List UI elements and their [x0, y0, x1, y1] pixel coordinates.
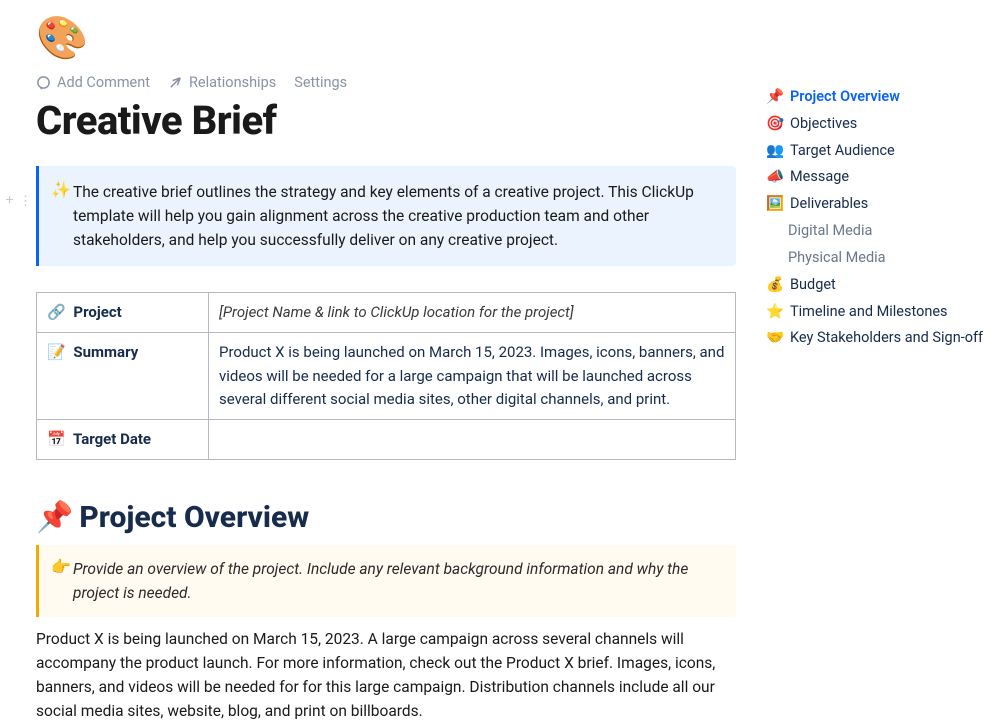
project-value-cell[interactable]: [Project Name & link to ClickUp location… — [209, 293, 736, 333]
project-value: [Project Name & link to ClickUp location… — [219, 303, 574, 321]
megaphone-icon: 📣 — [766, 164, 784, 191]
settings-label: Settings — [294, 74, 347, 91]
outline-item-label: Project Overview — [790, 84, 900, 111]
relationships-button[interactable]: Relationships — [168, 74, 276, 91]
sparkles-icon: ✨ — [49, 180, 73, 252]
page-title[interactable]: Creative Brief — [36, 97, 736, 144]
page-icon[interactable]: 🎨 — [36, 18, 736, 60]
outline-item-budget[interactable]: 💰 Budget — [766, 272, 990, 299]
people-icon: 👥 — [766, 138, 784, 165]
overview-hint-text: Provide an overview of the project. Incl… — [73, 557, 720, 605]
summary-label: Summary — [73, 343, 138, 361]
summary-value: Product X is being launched on March 15,… — [219, 343, 724, 408]
target-date-value-cell[interactable] — [209, 420, 736, 460]
outline-item-label: Key Stakeholders and Sign-off — [790, 325, 983, 352]
info-table[interactable]: 🔗 Project [Project Name & link to ClickU… — [36, 292, 736, 460]
link-icon: 🔗 — [47, 303, 66, 321]
outline-item-stakeholders[interactable]: 🤝 Key Stakeholders and Sign-off — [766, 325, 990, 352]
star-icon: ⭐ — [766, 299, 784, 326]
document-outline: 📌 Project Overview 🎯 Objectives 👥 Target… — [766, 84, 990, 352]
project-label-cell[interactable]: 🔗 Project — [37, 293, 209, 333]
pushpin-icon: 📌 — [36, 500, 73, 535]
memo-icon: 📝 — [47, 343, 66, 361]
outline-item-deliverables[interactable]: 🖼️ Deliverables — [766, 191, 990, 218]
intro-callout[interactable]: ✨ The creative brief outlines the strate… — [36, 166, 736, 266]
handshake-icon: 🤝 — [766, 325, 784, 352]
table-row[interactable]: 📝 Summary Product X is being launched on… — [37, 333, 736, 420]
outline-item-target-audience[interactable]: 👥 Target Audience — [766, 138, 990, 165]
outline-item-label: Deliverables — [790, 191, 868, 218]
outline-item-label: Target Audience — [790, 138, 895, 165]
relationships-label: Relationships — [189, 74, 276, 91]
overview-body[interactable]: Product X is being launched on March 15,… — [36, 627, 736, 723]
add-comment-label: Add Comment — [57, 74, 150, 91]
add-block-icon[interactable] — [4, 194, 15, 209]
overview-hint[interactable]: 👉 Provide an overview of the project. In… — [36, 545, 736, 617]
table-row[interactable]: 📅 Target Date — [37, 420, 736, 460]
target-date-label: Target Date — [73, 430, 151, 448]
add-comment-button[interactable]: Add Comment — [36, 74, 150, 91]
page-toolbar: Add Comment Relationships Settings — [36, 74, 736, 91]
summary-value-cell[interactable]: Product X is being launched on March 15,… — [209, 333, 736, 420]
outline-item-label: Digital Media — [788, 218, 872, 245]
outline-item-physical-media[interactable]: Physical Media — [766, 245, 990, 272]
outline-item-objectives[interactable]: 🎯 Objectives — [766, 111, 990, 138]
target-icon: 🎯 — [766, 111, 784, 138]
project-label: Project — [73, 303, 121, 321]
moneybag-icon: 💰 — [766, 272, 784, 299]
section-heading-text: Project Overview — [79, 500, 309, 535]
table-row[interactable]: 🔗 Project [Project Name & link to ClickU… — [37, 293, 736, 333]
outline-item-label: Physical Media — [788, 245, 886, 272]
outline-item-message[interactable]: 📣 Message — [766, 164, 990, 191]
summary-label-cell[interactable]: 📝 Summary — [37, 333, 209, 420]
picture-icon: 🖼️ — [766, 191, 784, 218]
section-heading-overview[interactable]: 📌 Project Overview — [36, 500, 736, 535]
outline-item-project-overview[interactable]: 📌 Project Overview — [766, 84, 990, 111]
outline-item-digital-media[interactable]: Digital Media — [766, 218, 990, 245]
outline-item-label: Objectives — [790, 111, 857, 138]
document-main: 🎨 Add Comment Relationships Settings Cre… — [36, 0, 736, 723]
outline-item-label: Message — [790, 164, 849, 191]
outline-item-label: Budget — [790, 272, 836, 299]
target-date-label-cell[interactable]: 📅 Target Date — [37, 420, 209, 460]
settings-button[interactable]: Settings — [294, 74, 347, 91]
comment-icon — [36, 75, 51, 90]
pushpin-icon: 📌 — [766, 84, 784, 111]
pointing-right-icon: 👉 — [49, 557, 73, 605]
calendar-icon: 📅 — [47, 430, 66, 448]
intro-callout-text: The creative brief outlines the strategy… — [73, 180, 720, 252]
outline-item-timeline[interactable]: ⭐ Timeline and Milestones — [766, 299, 990, 326]
outline-item-label: Timeline and Milestones — [790, 299, 948, 326]
relationships-icon — [168, 75, 183, 90]
